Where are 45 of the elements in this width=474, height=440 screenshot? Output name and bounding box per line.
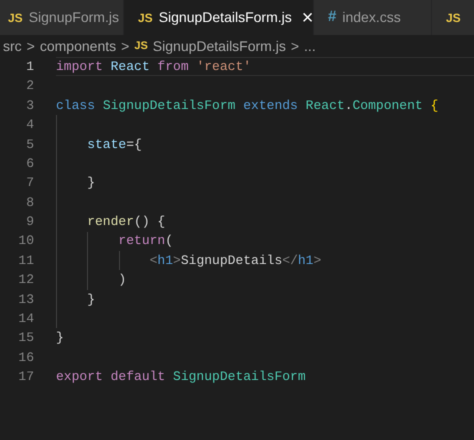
- close-button[interactable]: ×: [302, 8, 314, 28]
- code-line: return(: [117, 232, 174, 250]
- line-number: 1: [25, 58, 34, 76]
- line-number: 6: [25, 154, 34, 173]
- line-number: 8: [25, 194, 34, 212]
- line-number: 16: [17, 348, 34, 367]
- code-line: ): [117, 271, 126, 290]
- js-file-icon: JS: [8, 8, 23, 26]
- js-file-icon: JS: [138, 8, 153, 26]
- line-number: 13: [17, 290, 34, 309]
- chevron-icon: >: [121, 36, 130, 56]
- line-number: 9: [25, 213, 34, 232]
- line-number: 17: [17, 368, 34, 386]
- code-line: }: [56, 329, 64, 348]
- tab[interactable]: JS: [432, 0, 474, 35]
- code-line: render() {: [86, 213, 166, 232]
- breadcrumb-item[interactable]: src: [3, 36, 22, 56]
- code-line: import React from 'react': [56, 58, 252, 76]
- js-file-icon: JS: [446, 8, 461, 26]
- line-number: 10: [17, 232, 34, 250]
- chevron-icon: >: [26, 36, 35, 56]
- js-file-icon: JS: [134, 38, 148, 54]
- line-number: 5: [25, 136, 34, 154]
- code-line: }: [86, 174, 96, 192]
- line-number: 12: [17, 271, 34, 290]
- code-line: state={: [86, 136, 142, 154]
- line-number: 3: [25, 96, 34, 115]
- line-number: 2: [25, 77, 34, 96]
- line-number: 7: [25, 174, 34, 192]
- breadcrumb-item[interactable]: SignupDetailsForm.js: [152, 36, 286, 56]
- tab[interactable]: JS SignupDetailsForm.js ×: [124, 0, 314, 35]
- line-number: 11: [17, 252, 34, 270]
- hash-icon: #: [328, 6, 336, 29]
- code-line: }: [86, 290, 96, 309]
- code-line: class SignupDetailsForm extends React.Component {: [56, 96, 438, 115]
- tab[interactable]: # index.css: [314, 0, 432, 35]
- code-line: <h1>SignupDetails</h1>: [148, 252, 322, 270]
- code-line: export default SignupDetailsForm: [56, 368, 306, 386]
- breadcrumb-item[interactable]: components: [40, 36, 116, 56]
- tab[interactable]: JS SignupForm.js: [0, 0, 124, 35]
- line-number: 4: [25, 116, 34, 134]
- breadcrumb-item[interactable]: ...: [304, 36, 316, 56]
- line-number: 15: [17, 329, 34, 348]
- line-number: 14: [17, 310, 34, 328]
- chevron-icon: >: [290, 36, 300, 56]
